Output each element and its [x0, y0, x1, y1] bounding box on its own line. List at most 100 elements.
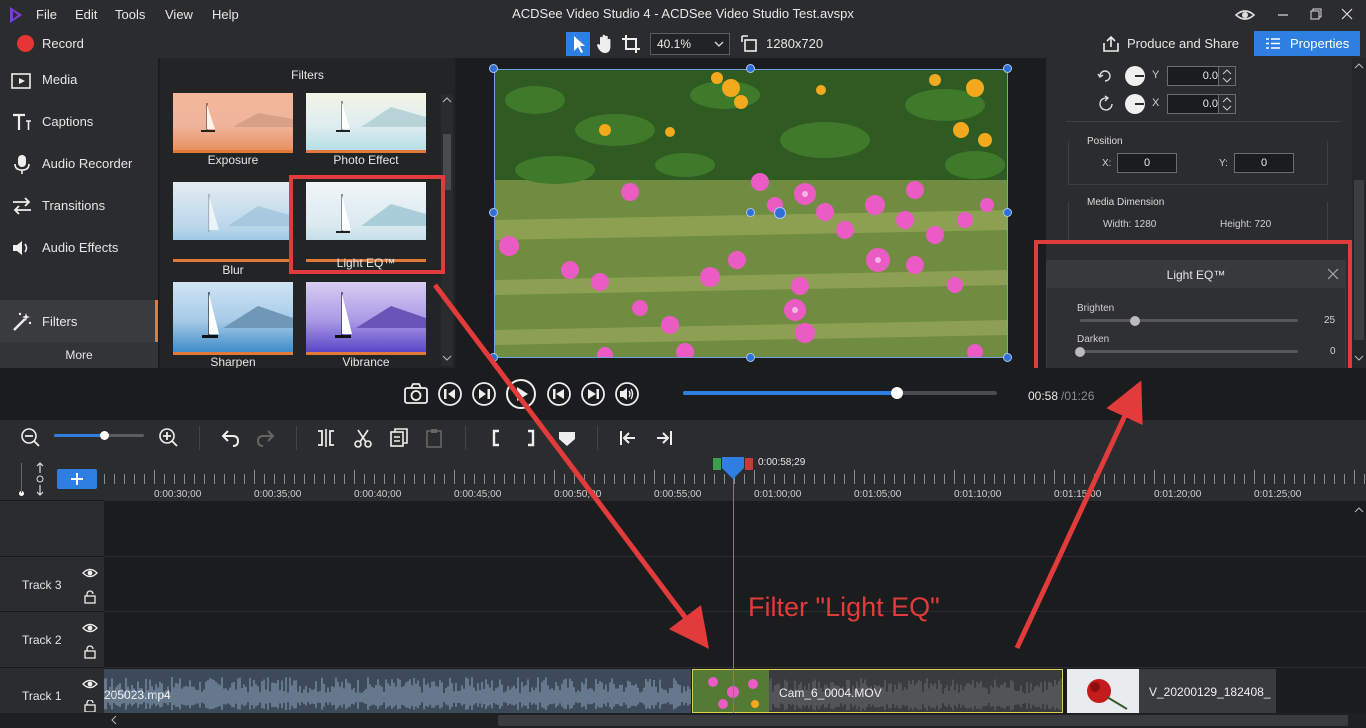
filter-sharpen[interactable]: Sharpen [173, 282, 293, 369]
scroll-left-icon[interactable] [110, 715, 118, 725]
timeline-zoom-knob[interactable] [100, 431, 109, 440]
paste-icon[interactable] [423, 427, 445, 449]
rotate-y-input[interactable]: 0.0 [1167, 66, 1225, 86]
timeline-clip-image[interactable]: V_20200129_182408_ [1067, 669, 1276, 713]
nav-item-captions[interactable]: Captions [0, 100, 158, 142]
resize-handle[interactable] [489, 64, 498, 73]
volume-icon[interactable] [614, 381, 640, 407]
go-to-end-icon[interactable] [580, 381, 606, 407]
nav-label-audio-recorder: Audio Recorder [42, 156, 133, 171]
resize-handle[interactable] [746, 353, 755, 362]
scroll-up-icon[interactable] [1354, 62, 1364, 70]
scroll-down-icon[interactable] [442, 354, 452, 362]
scroll-down-icon[interactable] [1354, 354, 1364, 362]
position-y-input[interactable]: 0 [1234, 153, 1294, 173]
resize-handle[interactable] [489, 353, 498, 362]
undo-icon[interactable] [219, 427, 241, 449]
resize-handle[interactable] [489, 208, 498, 217]
nav-item-audio-recorder[interactable]: Audio Recorder [0, 142, 158, 184]
eye-icon[interactable] [82, 622, 98, 634]
lock-icon[interactable] [84, 700, 96, 712]
jump-to-start-icon[interactable] [617, 427, 639, 449]
filter-photo-effect[interactable]: Photo Effect [306, 93, 426, 171]
close-window-icon[interactable] [1340, 7, 1354, 21]
select-tool-button[interactable] [566, 32, 590, 56]
rotate-x-stepper[interactable] [1218, 94, 1236, 114]
previous-frame-icon[interactable] [437, 381, 463, 407]
current-time: 00:58 [1028, 389, 1059, 403]
record-icon[interactable] [17, 35, 34, 52]
zoom-in-icon[interactable] [158, 427, 180, 449]
chevron-down-icon [714, 37, 724, 51]
lock-icon[interactable] [84, 645, 96, 659]
filter-exposure[interactable]: Exposure [173, 93, 293, 171]
redo-icon[interactable] [255, 427, 277, 449]
dial-y-icon[interactable] [1124, 65, 1146, 87]
rotate-y-stepper[interactable] [1218, 66, 1236, 86]
resize-handle[interactable] [746, 64, 755, 73]
nav-item-media[interactable]: Media [0, 58, 158, 100]
timeline-clip-selected[interactable]: Cam_6_0004.MOV [692, 669, 1063, 713]
playhead-line[interactable] [733, 466, 734, 716]
resize-handle[interactable] [1003, 64, 1012, 73]
zoom-select[interactable]: 40.1% [650, 33, 730, 55]
center-handle[interactable] [746, 208, 755, 217]
nav-more-button[interactable]: More [0, 342, 158, 368]
transitions-icon [11, 195, 33, 217]
ruler-label: 0:01:00;00 [754, 489, 802, 500]
timeline-clip-audio[interactable]: 205023.mp4 [104, 669, 691, 713]
resize-handle[interactable] [1003, 353, 1012, 362]
eye-icon[interactable] [82, 678, 98, 690]
annotation-label: Filter "Light EQ" [748, 592, 940, 622]
go-to-start-icon[interactable] [546, 381, 572, 407]
snapshot-camera-icon[interactable] [403, 381, 429, 407]
track-body-track-2[interactable] [104, 611, 1366, 667]
mark-out-flag [745, 458, 753, 470]
account-eye-icon[interactable] [1234, 6, 1256, 24]
properties-button[interactable]: Properties [1254, 31, 1360, 56]
playhead-marker[interactable] [721, 456, 745, 480]
split-icon[interactable] [315, 427, 337, 449]
play-icon[interactable] [505, 378, 537, 410]
add-marker-icon[interactable] [556, 427, 578, 449]
scroll-up-icon[interactable] [1354, 506, 1364, 514]
media-height: Height: 720 [1220, 219, 1272, 230]
mark-in-icon[interactable] [485, 427, 507, 449]
eye-icon[interactable] [82, 567, 98, 579]
minimize-icon[interactable] [1276, 7, 1290, 21]
window-title: ACDSee Video Studio 4 - ACDSee Video Stu… [512, 6, 854, 21]
nav-item-filters[interactable]: Filters [0, 300, 158, 342]
record-button[interactable]: Record [42, 36, 84, 51]
nav-label-audio-effects: Audio Effects [42, 240, 119, 255]
scroll-up-icon[interactable] [442, 96, 452, 104]
copy-icon[interactable] [388, 427, 410, 449]
track-height-icon[interactable] [30, 461, 50, 497]
properties-scrollbar-thumb[interactable] [1354, 180, 1364, 340]
filter-blur[interactable]: Blur [173, 182, 293, 277]
restore-icon[interactable] [1309, 7, 1323, 21]
jump-to-end-icon[interactable] [653, 427, 675, 449]
hand-tool-icon[interactable] [594, 32, 616, 56]
nav-item-transitions[interactable]: Transitions [0, 184, 158, 226]
resize-handle[interactable] [1003, 208, 1012, 217]
zoom-out-icon[interactable] [20, 427, 42, 449]
rotate-x-input[interactable]: 0.0 [1167, 94, 1225, 114]
filter-vibrance[interactable]: Vibrance [306, 282, 426, 369]
timeline-toolbar [0, 420, 1366, 456]
cut-scissors-icon[interactable] [352, 427, 374, 449]
track-body-track-3[interactable] [104, 556, 1366, 611]
crop-tool-icon[interactable] [620, 32, 642, 56]
playback-progress-knob[interactable] [890, 387, 903, 399]
track-header-track-1: Track 1 [0, 667, 104, 713]
next-frame-icon[interactable] [471, 381, 497, 407]
ruler-label: 0:00:50;00 [554, 489, 602, 500]
nav-item-audio-effects[interactable]: Audio Effects [0, 226, 158, 268]
timeline-scrollbar-thumb[interactable] [498, 715, 1348, 726]
rotate-handle[interactable] [774, 207, 786, 219]
mark-out-icon[interactable] [520, 427, 542, 449]
filter-label: Photo Effect [333, 153, 399, 167]
add-track-button[interactable] [57, 469, 97, 489]
lock-icon[interactable] [84, 590, 96, 604]
dial-x-icon[interactable] [1124, 93, 1146, 115]
position-x-input[interactable]: 0 [1117, 153, 1177, 173]
